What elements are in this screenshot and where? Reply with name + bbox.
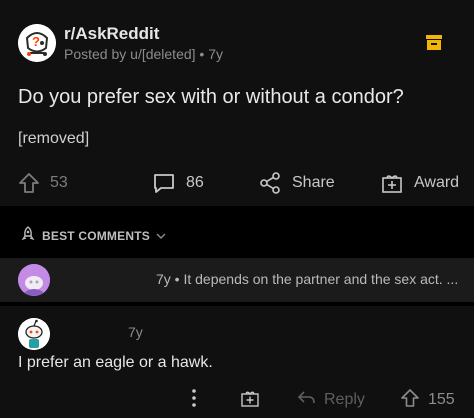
- subreddit-icon[interactable]: ?: [18, 24, 56, 62]
- reply-icon: [296, 389, 316, 412]
- post-meta: Posted by u/[deleted] • 7y: [64, 46, 224, 62]
- reply-label: Reply: [324, 391, 365, 408]
- avatar[interactable]: [18, 318, 50, 350]
- subreddit-name[interactable]: r/AskReddit: [64, 24, 159, 44]
- svg-text:?: ?: [32, 34, 40, 49]
- save-icon[interactable]: [426, 35, 442, 50]
- rocket-icon: [20, 226, 36, 245]
- upvote-button[interactable]: 53: [18, 166, 68, 200]
- collapsed-comment-text: 7y • It depends on the partner and the s…: [156, 271, 459, 287]
- award-icon: [380, 171, 404, 195]
- more-vertical-icon: [190, 388, 198, 413]
- comments-button[interactable]: 86: [152, 166, 204, 200]
- award-label: Award: [414, 174, 460, 191]
- comment-award-button[interactable]: [240, 386, 260, 414]
- comment-upvote-button[interactable]: 155: [400, 386, 455, 414]
- post-title[interactable]: Do you prefer sex with or without a cond…: [18, 86, 404, 109]
- post-body: [removed]: [18, 130, 90, 147]
- collapsed-comment[interactable]: 7y • It depends on the partner and the s…: [0, 258, 474, 302]
- more-options-button[interactable]: [190, 386, 198, 414]
- comment-text: I prefer an eagle or a hawk.: [18, 354, 213, 371]
- avatar[interactable]: [18, 264, 50, 296]
- post-vote-count: 53: [50, 174, 68, 191]
- comment: 7y I prefer an eagle or a hawk. Reply 15…: [0, 306, 474, 418]
- share-button[interactable]: Share: [258, 166, 335, 200]
- reply-button[interactable]: Reply: [296, 386, 365, 414]
- upvote-icon: [18, 172, 40, 194]
- chevron-down-icon: [156, 229, 166, 243]
- share-icon: [258, 171, 282, 195]
- comment-vote-count: 155: [428, 391, 455, 408]
- comment-time: 7y: [128, 324, 143, 340]
- comment-count: 86: [186, 174, 204, 191]
- upvote-icon: [400, 388, 420, 413]
- comment-icon: [152, 172, 176, 194]
- post-actions: 53 86 Share Award: [0, 166, 474, 200]
- post-card: ? r/AskReddit Posted by u/[deleted] • 7y…: [0, 0, 474, 206]
- sort-bar: BEST COMMENTS: [0, 214, 474, 254]
- award-icon: [240, 388, 260, 413]
- share-label: Share: [292, 174, 335, 191]
- divider: [0, 206, 474, 214]
- award-button[interactable]: Award: [380, 166, 459, 200]
- sort-label: BEST COMMENTS: [42, 228, 150, 243]
- comment-actions: Reply 155: [0, 386, 474, 414]
- sort-button[interactable]: BEST COMMENTS: [20, 226, 166, 245]
